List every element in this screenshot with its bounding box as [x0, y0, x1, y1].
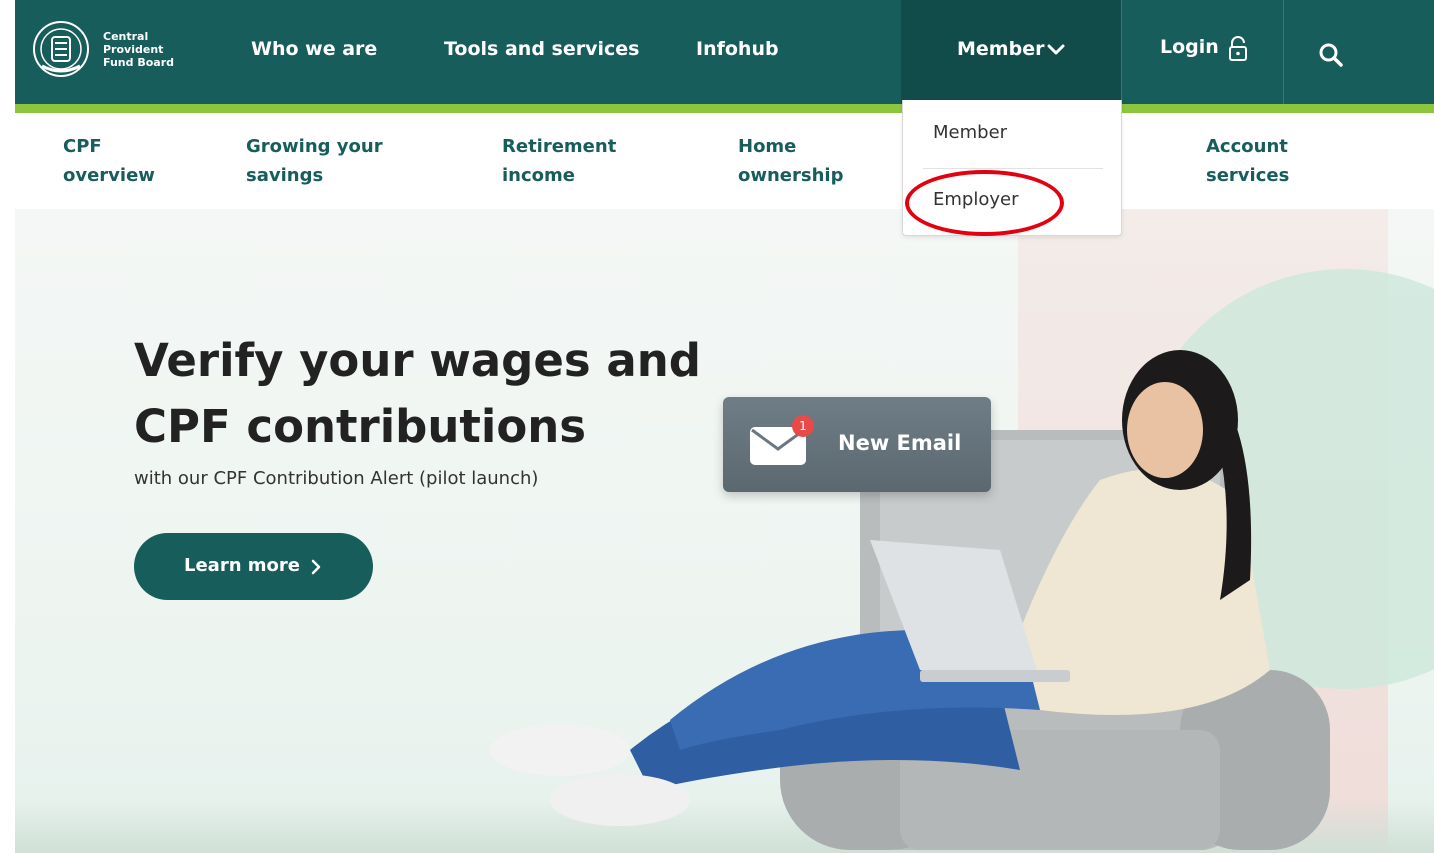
- subnav-label: Growing your: [246, 136, 383, 157]
- subnav-cpf-overview[interactable]: CPF overview: [63, 132, 155, 190]
- subnav-label: Account: [1206, 136, 1288, 157]
- subnav-label: Home: [738, 136, 797, 157]
- cpf-crest-icon[interactable]: [32, 20, 90, 78]
- subnav-label: savings: [246, 165, 324, 186]
- chevron-down-icon: [1047, 44, 1065, 55]
- subnav-retirement-income[interactable]: Retirement income: [502, 132, 616, 190]
- nav-divider: [1121, 0, 1122, 104]
- subnav-label: ownership: [738, 165, 844, 186]
- subnav-label: income: [502, 165, 575, 186]
- nav-who-we-are[interactable]: Who we are: [251, 38, 377, 60]
- member-dropdown-menu: Member Employer: [902, 100, 1122, 236]
- brand-name-line: Provident: [103, 43, 164, 56]
- member-menu-toggle[interactable]: Member: [901, 0, 1122, 104]
- brand-name[interactable]: Central Provident Fund Board: [103, 30, 174, 69]
- brand-name-line: Fund Board: [103, 56, 174, 69]
- brand-name-line: Central: [103, 30, 149, 43]
- learn-more-label: Learn more: [184, 555, 300, 576]
- dropdown-option-member[interactable]: Member: [933, 122, 1007, 143]
- new-email-card: 1 New Email: [723, 397, 991, 492]
- nav-divider: [1283, 0, 1284, 104]
- member-menu-label: Member: [957, 38, 1045, 60]
- hero-title: Verify your wages and CPF contributions: [134, 328, 734, 460]
- dropdown-separator: [923, 168, 1103, 169]
- subnav-label: CPF: [63, 136, 102, 157]
- accent-divider: [15, 104, 1434, 113]
- dropdown-option-employer[interactable]: Employer: [933, 189, 1018, 210]
- hero-title-line: CPF contributions: [134, 400, 587, 453]
- lock-icon: [1229, 36, 1247, 61]
- login-label: Login: [1160, 36, 1219, 58]
- subnav-label: Retirement: [502, 136, 617, 157]
- chevron-right-icon: [311, 559, 321, 575]
- learn-more-button[interactable]: Learn more: [134, 533, 373, 600]
- subnav-account-services[interactable]: Account services: [1206, 132, 1289, 190]
- subnav-label: overview: [63, 165, 155, 186]
- subnav-home-ownership[interactable]: Home ownership: [738, 132, 843, 190]
- email-count-badge: 1: [792, 415, 814, 437]
- nav-tools-and-services[interactable]: Tools and services: [444, 38, 639, 60]
- new-email-label: New Email: [838, 431, 962, 455]
- nav-infohub[interactable]: Infohub: [696, 38, 779, 60]
- login-link[interactable]: Login: [1160, 36, 1247, 61]
- search-icon[interactable]: [1318, 42, 1344, 68]
- hero-subtitle: with our CPF Contribution Alert (pilot l…: [134, 468, 539, 489]
- hero-title-line: Verify your wages and: [134, 334, 701, 387]
- subnav-label: services: [1206, 165, 1290, 186]
- subnav-growing-your-savings[interactable]: Growing your savings: [246, 132, 383, 190]
